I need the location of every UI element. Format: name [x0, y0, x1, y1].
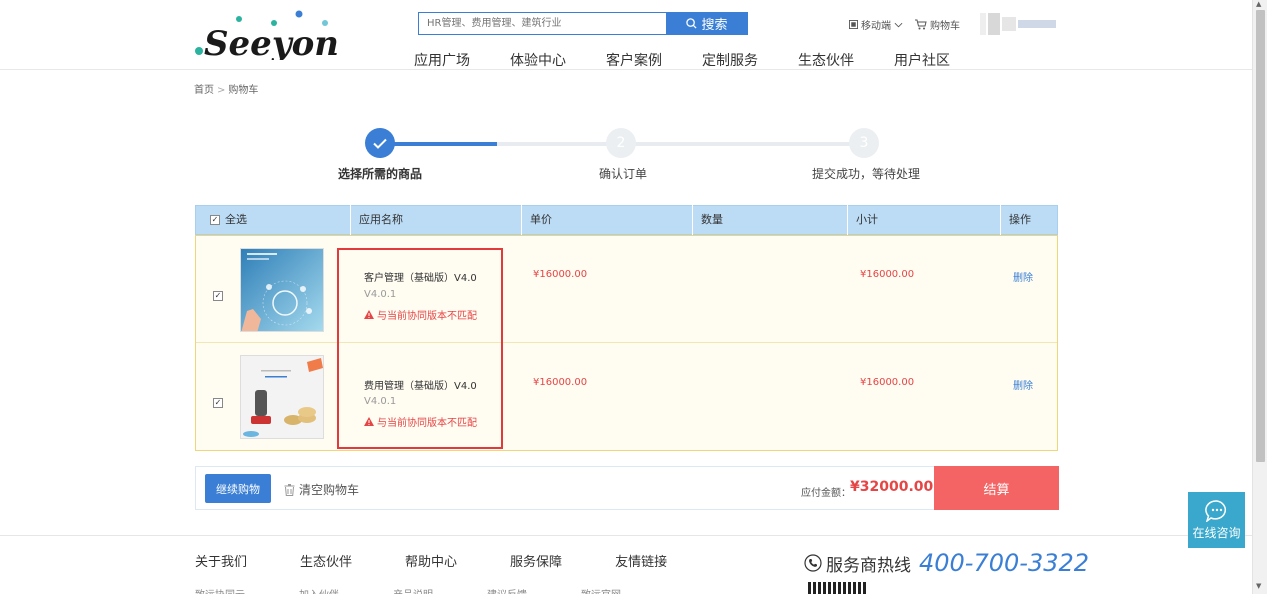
unit-price: ¥16000.00 — [533, 377, 588, 388]
scroll-up-icon[interactable]: ▲ — [1256, 0, 1261, 8]
step-2-circle: 2 — [606, 128, 636, 158]
clear-cart-label: 清空购物车 — [299, 483, 360, 497]
pay-amount-label: 应付金额： — [801, 488, 851, 499]
qrcode-image — [808, 582, 868, 594]
row-checkbox[interactable]: ✓ — [213, 398, 223, 408]
table-header: ✓ 全选 应用名称 单价 数量 小计 操作 — [195, 205, 1058, 235]
footer-sub-link[interactable]: 产品说明 — [393, 586, 433, 594]
check-icon — [373, 138, 387, 149]
warning-icon — [364, 310, 374, 319]
table-row: ✓ 费用管理（基础版）V4.0 V4.0.1 与当前协同版本不匹配 ¥16000… — [196, 343, 1057, 450]
page: Seeyon 搜索 应用广场 体验中心 客户案例 定制服务 生态伙伴 用户社区 … — [0, 0, 1267, 594]
version-warning: 与当前协同版本不匹配 — [364, 414, 477, 429]
step-3-circle: 3 — [849, 128, 879, 158]
footer-about[interactable]: 关于我们 — [195, 551, 247, 570]
col-name: 应用名称 — [351, 205, 522, 235]
hotline-number[interactable]: 400-700-3322 — [919, 549, 1089, 577]
delete-link[interactable]: 删除 — [1013, 269, 1033, 284]
step-line-progress — [380, 142, 497, 146]
scroll-down-icon[interactable]: ▼ — [1256, 582, 1261, 590]
continue-shopping-button[interactable]: 继续购物 — [205, 474, 271, 503]
product-version: V4.0.1 — [364, 289, 397, 300]
online-consult-label: 在线咨询 — [1192, 525, 1241, 540]
col-subtotal: 小计 — [848, 205, 1001, 235]
select-all-label: 全选 — [225, 213, 247, 226]
unit-price: ¥16000.00 — [533, 269, 588, 280]
footer-sub-links: 致远协同云 加入伙伴 产品说明 建议反馈 致远官网 — [195, 586, 675, 594]
chat-icon — [1204, 499, 1226, 522]
footer-help[interactable]: 帮助中心 — [405, 551, 457, 570]
step-3-label: 提交成功，等待处理 — [812, 167, 921, 181]
step-2-label: 确认订单 — [599, 167, 648, 181]
step-1-label: 选择所需的商品 — [338, 167, 423, 181]
table-row: ✓ 客户管理（基础版）V4.0 V4.0.1 与当前协同版本不匹配 ¥16000… — [196, 236, 1057, 343]
online-consult-button[interactable]: 在线咨询 — [1188, 492, 1245, 548]
trash-icon — [284, 483, 295, 496]
step-3-number: 3 — [859, 135, 869, 151]
footer-service[interactable]: 服务保障 — [510, 551, 562, 570]
page-scrollbar[interactable]: ▲ ▼ — [1252, 0, 1267, 594]
col-quantity: 数量 — [693, 205, 848, 235]
col-price: 单价 — [522, 205, 693, 235]
footer-partners[interactable]: 生态伙伴 — [300, 551, 352, 570]
footer-friend-links[interactable]: 友情链接 — [615, 551, 667, 570]
row-subtotal: ¥16000.00 — [860, 377, 915, 388]
footer-sub-link[interactable]: 致远协同云 — [195, 586, 245, 594]
table-body: ✓ 客户管理（基础版）V4.0 V4.0.1 与当前协同版本不匹配 ¥16000… — [195, 235, 1058, 451]
footer-sub-link[interactable]: 建议反馈 — [487, 586, 527, 594]
pay-amount-value: ¥32000.00 — [850, 479, 934, 495]
footer-sub-link[interactable]: 致远官网 — [581, 586, 621, 594]
step-2-number: 2 — [616, 135, 626, 151]
product-thumbnail-crm[interactable] — [240, 248, 324, 332]
row-checkbox[interactable]: ✓ — [213, 291, 223, 301]
phone-icon — [804, 554, 822, 572]
checkout-button[interactable]: 结算 — [934, 466, 1059, 510]
product-thumbnail-expense[interactable] — [240, 355, 324, 439]
footer-divider — [0, 535, 1252, 536]
version-warning-text: 与当前协同版本不匹配 — [377, 418, 477, 429]
footer-sub-link[interactable]: 加入伙伴 — [299, 586, 339, 594]
product-name[interactable]: 客户管理（基础版）V4.0 — [364, 269, 477, 284]
service-hotline: 服务商热线 400-700-3322 — [804, 549, 1089, 577]
col-action: 操作 — [1009, 213, 1031, 226]
hotline-label: 服务商热线 — [826, 555, 911, 576]
product-version: V4.0.1 — [364, 396, 397, 407]
footer-links: 关于我们 生态伙伴 帮助中心 服务保障 友情链接 — [195, 551, 720, 570]
checkout-steps: 2 3 选择所需的商品 确认订单 提交成功，等待处理 — [0, 0, 1267, 200]
clear-cart-button[interactable]: 清空购物车 — [284, 481, 359, 498]
row-subtotal: ¥16000.00 — [860, 269, 915, 280]
version-warning-text: 与当前协同版本不匹配 — [377, 311, 477, 322]
select-all-checkbox[interactable]: ✓ — [210, 215, 220, 225]
scrollbar-thumb[interactable] — [1256, 10, 1265, 462]
delete-link[interactable]: 删除 — [1013, 377, 1033, 392]
version-warning: 与当前协同版本不匹配 — [364, 307, 477, 322]
step-1-circle — [365, 128, 395, 158]
product-name[interactable]: 费用管理（基础版）V4.0 — [364, 377, 477, 392]
col-select-all: ✓ 全选 — [196, 205, 351, 235]
cart-table: ✓ 全选 应用名称 单价 数量 小计 操作 ✓ 客户管理（基础版）V4.0 V4… — [195, 205, 1058, 451]
warning-icon — [364, 417, 374, 426]
step-line-pending — [497, 142, 865, 146]
cart-action-bar: 继续购物 清空购物车 应付金额： ¥32000.00 结算 — [195, 466, 1059, 510]
